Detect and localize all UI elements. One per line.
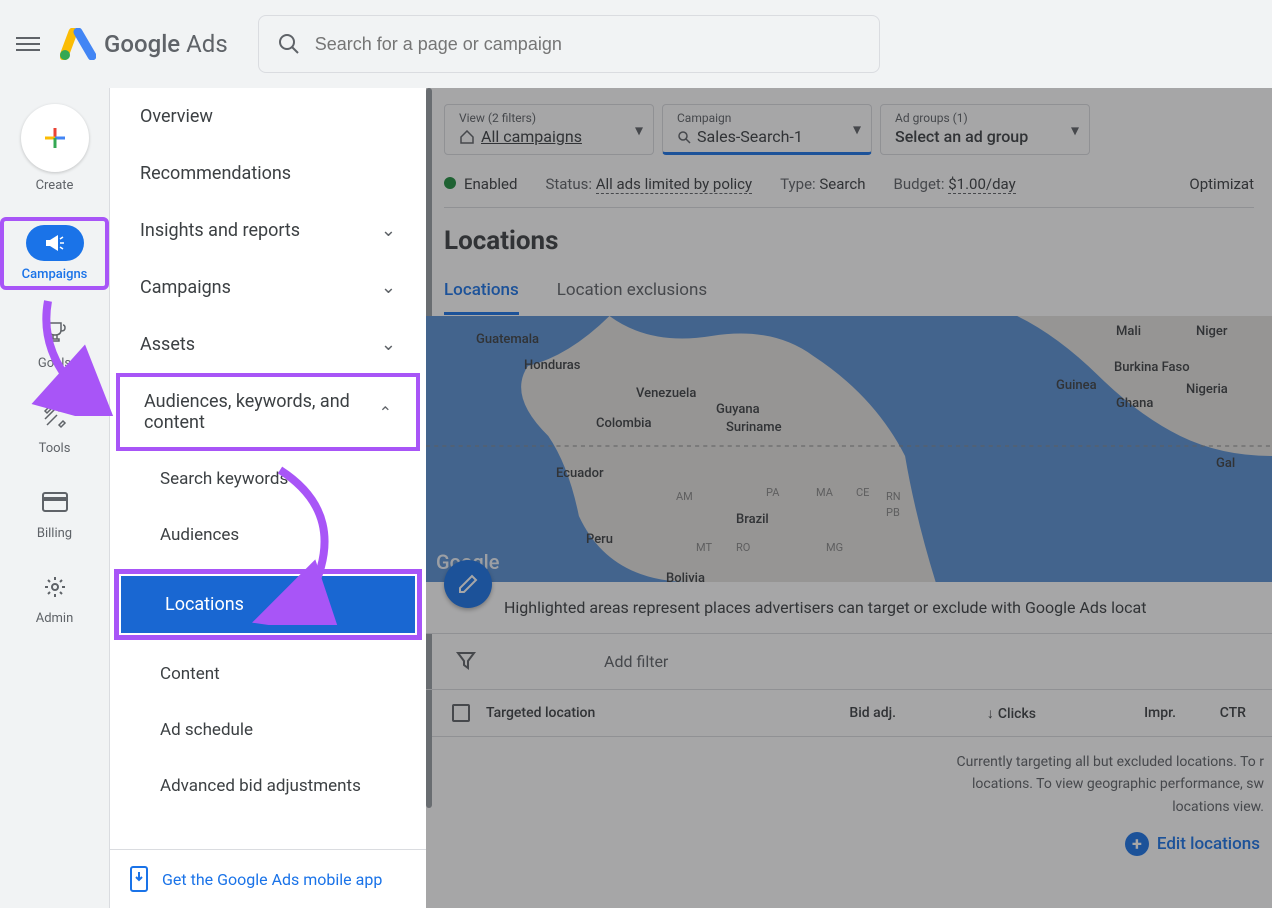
status-budget: Budget: $1.00/day bbox=[893, 175, 1015, 193]
status-status: Status: All ads limited by policy bbox=[545, 175, 752, 193]
campaigns-pill[interactable] bbox=[26, 225, 84, 261]
megaphone-icon bbox=[44, 234, 66, 252]
add-filter-text[interactable]: Add filter bbox=[604, 652, 668, 671]
chevron-down-icon: ⌄ bbox=[381, 220, 396, 241]
th-targeted-location[interactable]: Targeted location bbox=[486, 705, 772, 721]
table-header: Targeted location Bid adj. ↓Clicks Impr.… bbox=[426, 690, 1272, 737]
status-type: Type: Search bbox=[780, 175, 865, 193]
search-icon bbox=[277, 32, 301, 56]
home-icon bbox=[459, 130, 475, 144]
create-button[interactable] bbox=[21, 104, 89, 172]
sidebar: Overview Recommendations Insights and re… bbox=[110, 88, 426, 908]
sidebar-campaigns[interactable]: Campaigns⌄ bbox=[110, 259, 426, 316]
info-banner: Highlighted areas represent places adver… bbox=[426, 582, 1272, 634]
status-row: Enabled Status: All ads limited by polic… bbox=[444, 175, 1254, 208]
rail-billing[interactable]: Billing bbox=[0, 480, 109, 545]
edit-fab[interactable] bbox=[444, 560, 492, 608]
sidebar-assets[interactable]: Assets⌄ bbox=[110, 316, 426, 373]
sidebar-adv-bid[interactable]: Advanced bid adjustments bbox=[110, 758, 426, 814]
chevron-down-icon: ⌄ bbox=[381, 334, 396, 355]
sidebar-overview[interactable]: Overview bbox=[110, 88, 426, 145]
plus-icon bbox=[41, 124, 69, 152]
card-icon bbox=[42, 492, 68, 512]
rail-tools[interactable]: Tools bbox=[0, 395, 109, 460]
left-rail: Create Campaigns Goals Tools Billing Adm… bbox=[0, 88, 110, 908]
mobile-app-link[interactable]: Get the Google Ads mobile app bbox=[110, 849, 426, 908]
ads-logo-icon bbox=[60, 28, 96, 60]
rail-campaigns[interactable]: Campaigns bbox=[0, 217, 109, 290]
trophy-icon bbox=[43, 320, 67, 344]
sidebar-audiences[interactable]: Audiences bbox=[110, 507, 426, 563]
tabs: Locations Location exclusions bbox=[444, 280, 1254, 316]
filter-icon bbox=[456, 650, 476, 674]
status-enabled: Enabled bbox=[444, 175, 517, 193]
page-title: Locations bbox=[444, 226, 1254, 256]
sidebar-locations[interactable]: Locations bbox=[121, 576, 415, 633]
google-ads-logo: Google Ads bbox=[60, 28, 228, 60]
sidebar-recommendations[interactable]: Recommendations bbox=[110, 145, 426, 202]
chip-view[interactable]: View (2 filters) All campaigns ▾ bbox=[444, 104, 654, 155]
sidebar-insights[interactable]: Insights and reports⌄ bbox=[110, 202, 426, 259]
main-content: View (2 filters) All campaigns ▾ Campaig… bbox=[426, 88, 1272, 908]
gear-icon bbox=[43, 575, 67, 599]
filter-row[interactable]: Add filter bbox=[426, 634, 1272, 690]
phone-download-icon bbox=[130, 866, 148, 892]
map[interactable]: Guatemala Honduras Venezuela Guyana Suri… bbox=[426, 316, 1272, 582]
hamburger-icon[interactable] bbox=[16, 32, 40, 56]
search-input[interactable] bbox=[315, 34, 861, 55]
chevron-down-icon: ⌄ bbox=[381, 277, 396, 298]
sidebar-akc-highlight: Audiences, keywords, and content ⌃ bbox=[116, 373, 420, 451]
status-optim: Optimizat bbox=[1189, 175, 1254, 193]
rail-admin[interactable]: Admin bbox=[0, 565, 109, 630]
sidebar-search-keywords[interactable]: Search keywords bbox=[110, 451, 426, 507]
table-footer-text: Currently targeting all but excluded loc… bbox=[426, 737, 1272, 832]
tools-icon bbox=[43, 405, 67, 429]
th-bid-adj[interactable]: Bid adj. bbox=[772, 705, 912, 721]
th-clicks[interactable]: ↓Clicks bbox=[912, 705, 1052, 722]
tab-exclusions[interactable]: Location exclusions bbox=[557, 280, 707, 315]
caret-down-icon: ▾ bbox=[1071, 120, 1079, 139]
th-impr[interactable]: Impr. bbox=[1052, 705, 1192, 721]
rail-goals[interactable]: Goals bbox=[0, 310, 109, 375]
caret-down-icon: ▾ bbox=[635, 120, 643, 139]
edit-locations-link[interactable]: + Edit locations bbox=[426, 832, 1272, 856]
tab-locations[interactable]: Locations bbox=[444, 280, 519, 315]
rail-create[interactable]: Create bbox=[0, 100, 109, 197]
chip-campaign[interactable]: Campaign Sales-Search-1 ▾ bbox=[662, 104, 872, 155]
search-small-icon bbox=[677, 130, 691, 144]
chevron-up-icon: ⌃ bbox=[379, 403, 392, 422]
th-ctr[interactable]: CTR bbox=[1192, 705, 1262, 721]
search-box[interactable] bbox=[258, 15, 880, 73]
sidebar-content[interactable]: Content bbox=[110, 646, 426, 702]
caret-down-icon: ▾ bbox=[853, 119, 861, 138]
sidebar-ad-schedule[interactable]: Ad schedule bbox=[110, 702, 426, 758]
plus-circle-icon: + bbox=[1125, 832, 1149, 856]
sidebar-audiences-keywords-content[interactable]: Audiences, keywords, and content ⌃ bbox=[120, 377, 416, 447]
green-dot-icon bbox=[444, 177, 456, 189]
chip-adgroup[interactable]: Ad groups (1) Select an ad group ▾ bbox=[880, 104, 1090, 155]
select-all-checkbox[interactable] bbox=[452, 704, 470, 722]
sidebar-locations-highlight: Locations bbox=[114, 569, 422, 640]
pencil-icon bbox=[457, 573, 479, 595]
